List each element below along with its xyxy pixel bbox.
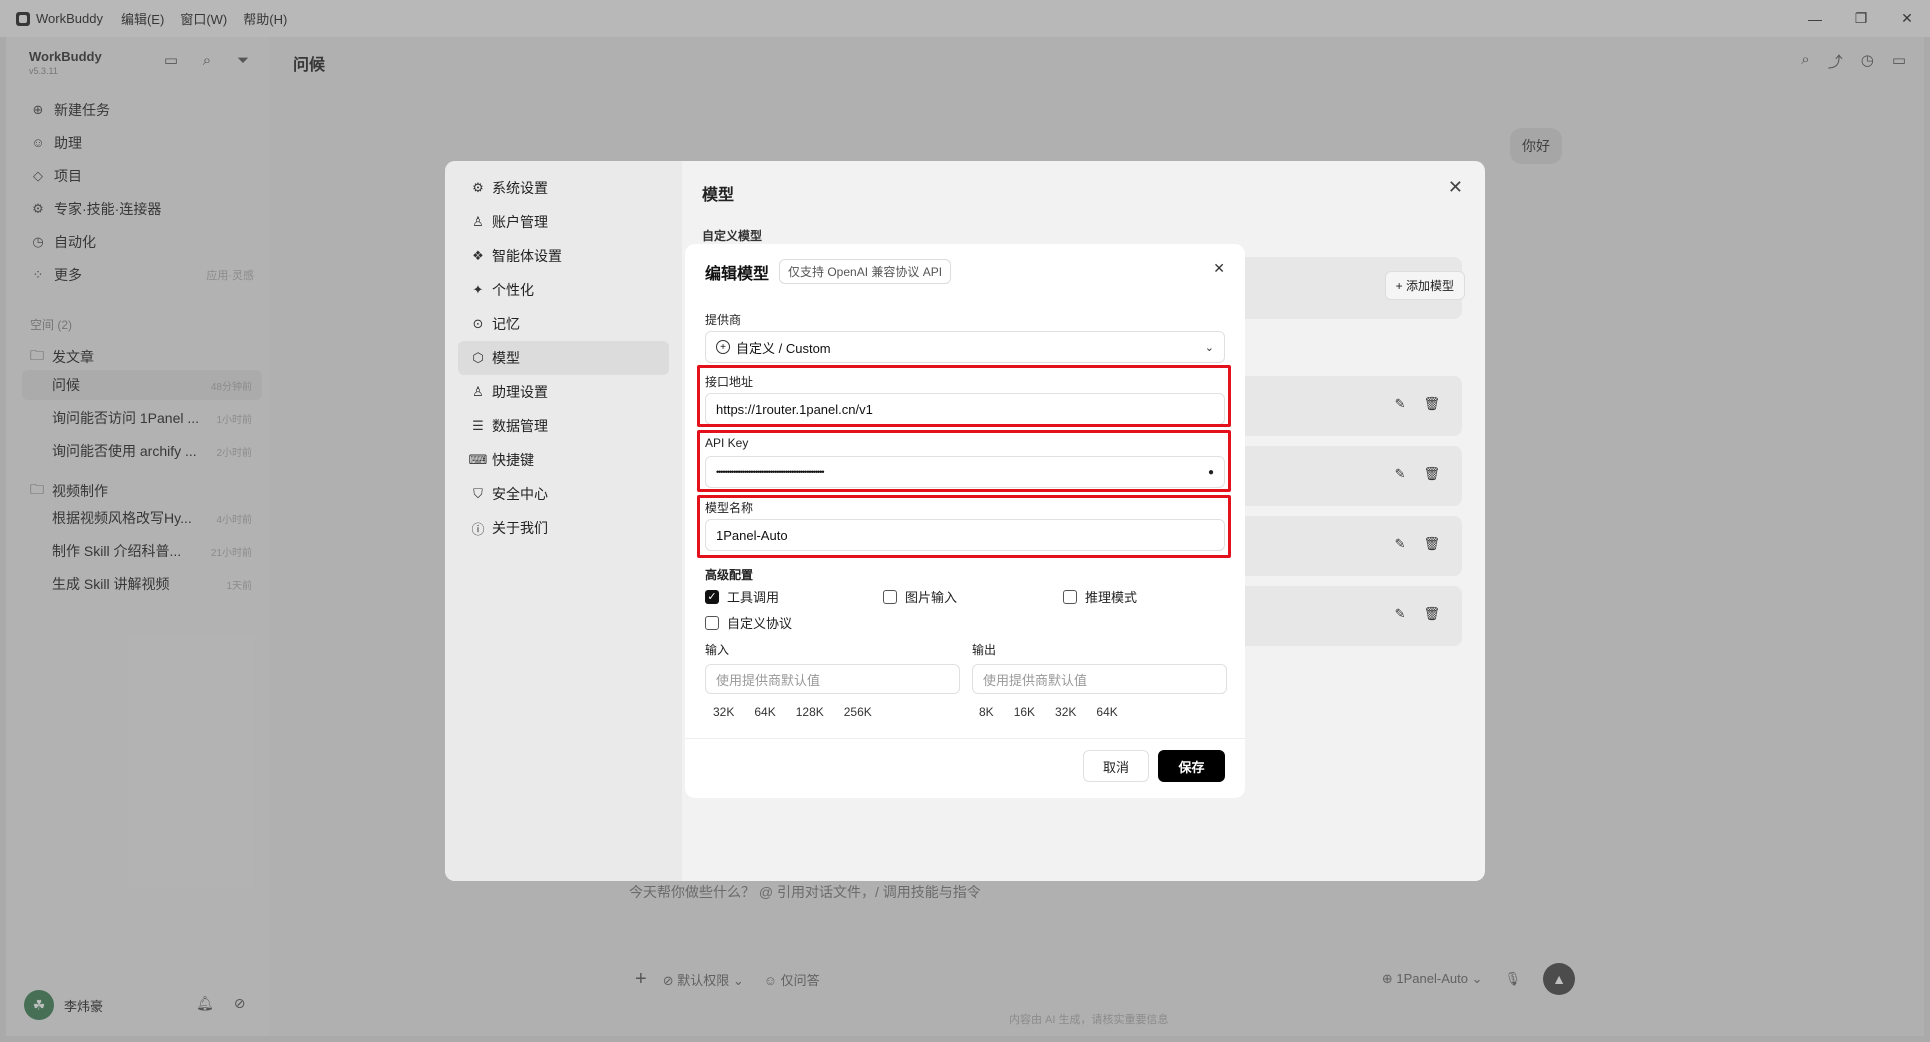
provider-value: 自定义 / Custom [736, 340, 831, 356]
tool-call-checkbox[interactable]: ✓ 工具调用 [705, 587, 779, 606]
edit-icon[interactable]: ✎ [1395, 396, 1406, 412]
highlight-apikey [697, 430, 1231, 492]
shield-icon: ⛉ [473, 486, 483, 501]
trash-icon[interactable]: 🗑︎ [1423, 606, 1440, 622]
settings-item-label: 记忆 [492, 316, 520, 332]
edit-model-dialog: 编辑模型 仅支持 OpenAI 兼容协议 API ✕ 提供商 + 自定义 / C… [685, 244, 1245, 798]
checkbox-label: 图片输入 [905, 590, 958, 605]
settings-item-label: 数据管理 [492, 418, 548, 434]
settings-item-security[interactable]: ⛉ 安全中心 [458, 477, 669, 511]
advanced-label: 高级配置 [705, 568, 754, 582]
settings-item-assistant[interactable]: ♙ 助理设置 [458, 375, 669, 409]
database-icon: ☰ [472, 418, 484, 433]
add-model-button[interactable]: + 添加模型 [1384, 271, 1465, 300]
provider-label: 提供商 [705, 313, 742, 327]
settings-item-memory[interactable]: ⊙ 记忆 [458, 307, 669, 341]
settings-item-label: 智能体设置 [492, 248, 562, 264]
highlight-endpoint [697, 365, 1231, 427]
checkbox-label: 自定义协议 [727, 616, 793, 631]
row-actions: ✎ 🗑︎ [1395, 396, 1440, 412]
output-presets: 8K 16K 32K 64K [979, 705, 1138, 719]
highlight-model-name [697, 495, 1231, 558]
output-preset[interactable]: 64K [1096, 705, 1117, 719]
settings-item-account[interactable]: ♙ 账户管理 [458, 205, 669, 239]
settings-item-about[interactable]: ⓘ 关于我们 [458, 511, 669, 545]
save-button[interactable]: 保存 [1158, 750, 1225, 782]
input-preset[interactable]: 64K [754, 705, 775, 719]
protocol-badge: 仅支持 OpenAI 兼容协议 API [779, 259, 952, 284]
row-actions: ✎ 🗑︎ [1395, 606, 1440, 622]
custom-protocol-checkbox[interactable]: 自定义协议 [705, 613, 792, 632]
trash-icon[interactable]: 🗑︎ [1423, 466, 1440, 482]
edit-model-header: 编辑模型 仅支持 OpenAI 兼容协议 API [705, 259, 952, 284]
input-preset[interactable]: 256K [844, 705, 872, 719]
close-icon[interactable]: ✕ [1448, 177, 1463, 198]
settings-item-label: 关于我们 [492, 520, 548, 536]
output-preset[interactable]: 16K [1014, 705, 1035, 719]
settings-item-agent[interactable]: ❖ 智能体设置 [458, 239, 669, 273]
settings-item-label: 账户管理 [492, 214, 548, 230]
output-preset[interactable]: 8K [979, 705, 994, 719]
edit-icon[interactable]: ✎ [1395, 606, 1406, 622]
edit-icon[interactable]: ✎ [1395, 536, 1406, 552]
keyboard-icon: ⌨ [468, 452, 488, 467]
chevron-down-icon: ⌄ [1204, 341, 1214, 354]
row-actions: ✎ 🗑︎ [1395, 466, 1440, 482]
assistant-settings-icon: ♙ [472, 384, 484, 399]
input-tokens-label: 输入 [705, 643, 730, 657]
row-actions: ✎ 🗑︎ [1395, 536, 1440, 552]
provider-select[interactable]: + 自定义 / Custom ⌄ [705, 331, 1225, 363]
checkbox-icon [883, 589, 897, 604]
sparkle-icon: ✦ [472, 282, 484, 297]
settings-subtitle: 自定义模型 [702, 229, 763, 243]
input-preset[interactable]: 32K [713, 705, 734, 719]
checkbox-label: 工具调用 [727, 590, 780, 605]
divider [685, 738, 1245, 739]
settings-item-model[interactable]: ⬡ 模型 [458, 341, 669, 375]
cancel-button[interactable]: 取消 [1083, 750, 1149, 782]
settings-item-label: 模型 [492, 350, 520, 366]
settings-item-data[interactable]: ☰ 数据管理 [458, 409, 669, 443]
settings-item-label: 快捷键 [492, 452, 534, 468]
output-preset[interactable]: 32K [1055, 705, 1076, 719]
settings-item-label: 安全中心 [492, 486, 548, 502]
settings-nav: ⚙ 系统设置 ♙ 账户管理 ❖ 智能体设置 ✦ 个性化 ⊙ 记忆 ⬡ 模型 ♙ 助理设置 ☰ 数… [445, 161, 682, 881]
image-input-checkbox[interactable]: 图片输入 [883, 587, 957, 606]
pin-icon: ⊙ [472, 316, 484, 331]
settings-item-label: 系统设置 [492, 180, 548, 196]
dialog-title: 编辑模型 [705, 265, 770, 283]
settings-item-label: 助理设置 [492, 384, 548, 400]
gear-icon: ⚙ [472, 180, 484, 195]
input-preset[interactable]: 128K [796, 705, 824, 719]
input-presets: 32K 64K 128K 256K [713, 705, 892, 719]
trash-icon[interactable]: 🗑︎ [1423, 536, 1440, 552]
checkbox-checked-icon: ✓ [705, 589, 719, 604]
settings-item-label: 个性化 [492, 282, 534, 298]
close-icon[interactable]: ✕ [1213, 260, 1225, 277]
input-tokens-field[interactable]: 使用提供商默认值 [705, 664, 960, 694]
output-tokens-label: 输出 [972, 643, 997, 657]
settings-title: 模型 [702, 187, 735, 204]
edit-icon[interactable]: ✎ [1395, 466, 1406, 482]
agent-icon: ❖ [472, 248, 484, 263]
user-icon: ♙ [472, 214, 484, 229]
checkbox-icon [1063, 589, 1077, 604]
checkbox-icon [705, 615, 719, 630]
trash-icon[interactable]: 🗑︎ [1423, 396, 1440, 412]
cube-icon: ⬡ [472, 350, 484, 365]
checkbox-label: 推理模式 [1085, 590, 1138, 605]
settings-item-shortcuts[interactable]: ⌨ 快捷键 [458, 443, 669, 477]
settings-item-system[interactable]: ⚙ 系统设置 [458, 171, 669, 205]
settings-item-personalize[interactable]: ✦ 个性化 [458, 273, 669, 307]
info-icon: ⓘ [471, 521, 485, 537]
reasoning-checkbox[interactable]: 推理模式 [1063, 587, 1137, 606]
globe-icon: + [716, 340, 730, 354]
output-tokens-field[interactable]: 使用提供商默认值 [972, 664, 1227, 694]
